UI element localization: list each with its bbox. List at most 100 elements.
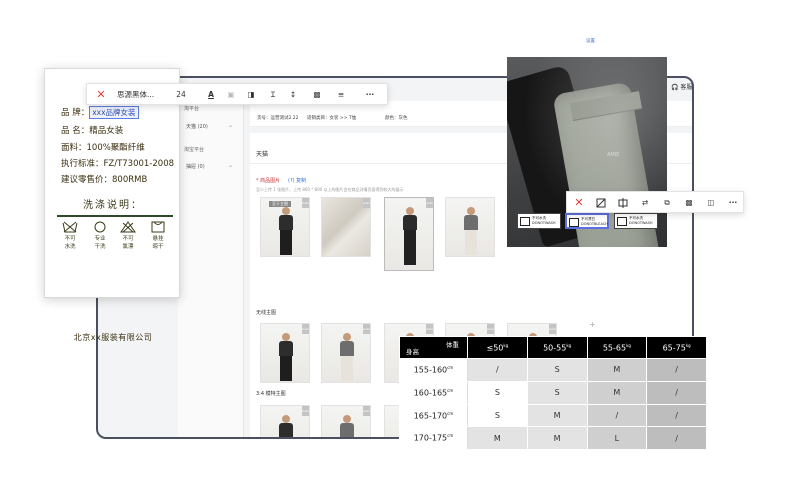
care-title[interactable]: 洗涤说明：	[45, 196, 181, 211]
channel-title: 天猫	[256, 151, 269, 158]
care-dry-clean[interactable]: 专业 干洗	[89, 221, 111, 250]
line-height-icon[interactable]: ↕	[285, 84, 301, 106]
label-fabric[interactable]: 面料：100%聚酯纤维	[61, 141, 145, 153]
section-title-product-images: * 商品图片	[256, 178, 281, 184]
layer-icon[interactable]: ◫	[701, 192, 721, 214]
product-image-4[interactable]	[445, 197, 495, 257]
auto-tag: Auto	[426, 324, 433, 334]
size-cell[interactable]: M	[526, 426, 588, 450]
brand-text-selected[interactable]: xxx品牌女装	[89, 106, 139, 119]
auto-tag: Auto	[302, 198, 309, 208]
fill-icon[interactable]: ▣	[223, 84, 239, 106]
weight-col-2: 50-55kg	[526, 336, 588, 359]
meta-category: 适销类目：女装 >> T恤	[307, 116, 357, 121]
product-image-3[interactable]: Auto	[384, 197, 434, 271]
sidebar-group-title: 淘平台	[184, 106, 200, 112]
label-standard[interactable]: 执行标准：FZ/T73001-2008	[61, 157, 174, 169]
product-image-1[interactable]: 至于主图 Auto	[260, 197, 310, 257]
hang-dry-icon	[151, 221, 165, 233]
opacity-icon[interactable]: ▩	[679, 192, 699, 214]
auto-tag: Auto	[363, 406, 370, 416]
size-cell[interactable]: S	[526, 358, 588, 382]
opacity-icon[interactable]: ▩	[309, 84, 325, 106]
weight-col-4: 65-75kg	[646, 336, 707, 359]
size-cell[interactable]: M	[586, 358, 648, 382]
product-image-2[interactable]: Auto	[321, 197, 371, 257]
font-size-input[interactable]: 24	[169, 84, 193, 106]
flip-icon[interactable]	[613, 192, 633, 214]
size-cell[interactable]: L	[586, 426, 648, 450]
table-row: 160-165cm S S M /	[399, 380, 707, 405]
chevron-down-icon[interactable]: ⌄	[228, 162, 233, 169]
no-wash-icon	[62, 221, 78, 233]
size-cell[interactable]: M	[526, 403, 588, 428]
size-cell[interactable]: S	[467, 403, 528, 428]
align-icon[interactable]: ≡	[333, 84, 349, 106]
size-cell[interactable]: S	[467, 380, 528, 405]
close-icon[interactable]: ✕	[569, 192, 589, 214]
headset-icon: 🎧	[671, 84, 679, 91]
size-table: 体重 身高 ≤50kg 50-55kg 55-65kg 65-75kg 155-…	[399, 336, 707, 450]
add-icon[interactable]: +	[589, 320, 596, 329]
size-cell[interactable]: M	[586, 380, 648, 405]
height-row-label: 165-170cm	[399, 403, 468, 428]
wireless-image-2[interactable]: Auto	[321, 323, 371, 383]
label-brand-row: 品 牌： xxx品牌女装	[61, 106, 139, 119]
table-row: 165-170cm S M / /	[399, 403, 707, 428]
wireless-image-1[interactable]: Auto	[260, 323, 310, 383]
label-price[interactable]: 建议零售价：800RMB	[61, 173, 147, 185]
size-cell[interactable]: /	[646, 358, 707, 382]
wash-chip-3[interactable]: 不可水洗 DONOTWASH	[614, 213, 658, 229]
size-chart[interactable]: 体重 身高 ≤50kg 50-55kg 55-65kg 65-75kg 155-…	[399, 336, 707, 450]
weight-col-1: ≤50kg	[467, 336, 528, 359]
upload-hint: 至少上传 1 张图片，上传 800 * 800 以上的图片会在商品详情页面得到较…	[256, 187, 404, 192]
auto-tag: Auto	[363, 324, 370, 334]
no-bleach-icon	[569, 218, 579, 227]
text-color-icon[interactable]: A	[203, 84, 219, 106]
care-label: 专业 干洗	[94, 236, 106, 250]
copy-icon[interactable]: ⧉	[657, 192, 677, 214]
font-family-select[interactable]: 思源黑体...	[117, 84, 163, 106]
auto-tag: Auto	[363, 198, 370, 208]
no-bleach-icon	[120, 221, 136, 233]
label-company[interactable]: 北京xx服装有限公司	[45, 332, 181, 343]
chevron-down-icon[interactable]: ⌄	[228, 122, 233, 129]
care-no-bleach[interactable]: 不可 氯漂	[117, 221, 139, 250]
size-cell[interactable]: /	[646, 426, 707, 450]
close-icon[interactable]: ✕	[91, 84, 111, 106]
settings-link[interactable]: 设置	[586, 38, 595, 44]
service-label: 客服	[680, 84, 693, 91]
size-cell[interactable]: /	[646, 380, 707, 405]
size-cell[interactable]: /	[646, 403, 707, 428]
auto-tag: Auto	[302, 406, 309, 416]
care-no-wash[interactable]: 不可 水洗	[59, 221, 81, 250]
section-title-portrait: 3:4 模特主图	[256, 391, 286, 397]
more-icon[interactable]: ···	[359, 84, 381, 106]
text-spacing-icon[interactable]: Ɪ	[265, 84, 281, 106]
replace-icon[interactable]: ⇄	[635, 192, 655, 214]
height-row-label: 160-165cm	[399, 380, 468, 405]
size-cell[interactable]: M	[467, 426, 528, 450]
size-cell[interactable]: /	[467, 358, 528, 382]
crop-icon[interactable]	[591, 192, 611, 214]
sidebar-group-title: 淘宝平台	[184, 147, 205, 153]
sidebar-item-drawer[interactable]: 抽屉 (0)	[186, 163, 205, 170]
wash-chip-1[interactable]: 不可水洗 DONOTWASH	[517, 213, 561, 229]
care-hang-dry[interactable]: 悬挂 晾干	[147, 221, 169, 250]
care-label: 不可 氯漂	[122, 236, 134, 250]
layer-icon[interactable]: ◨	[243, 84, 259, 106]
table-header-row: 体重 身高 ≤50kg 50-55kg 55-65kg 65-75kg	[399, 336, 707, 359]
portrait-image-2[interactable]: Auto	[321, 405, 371, 437]
customer-service-button[interactable]: 🎧 客服	[671, 82, 692, 91]
sidebar-item-tmall[interactable]: 天猫 (20)	[186, 123, 208, 130]
portrait-image-1[interactable]: Auto	[260, 405, 310, 437]
copy-link[interactable]: (?) 复制	[288, 177, 306, 184]
size-cell[interactable]: /	[586, 403, 648, 428]
care-label: 不可 水洗	[64, 236, 76, 250]
auto-tag: Auto	[426, 198, 433, 208]
wash-chip-2[interactable]: 不可漂白 DONOTBLEACH	[565, 213, 609, 229]
size-cell[interactable]: S	[526, 380, 588, 405]
label-name[interactable]: 品 名：精品女装	[61, 124, 123, 136]
more-icon[interactable]: ···	[723, 192, 743, 214]
label-brand-key: 品 牌：	[61, 108, 90, 118]
